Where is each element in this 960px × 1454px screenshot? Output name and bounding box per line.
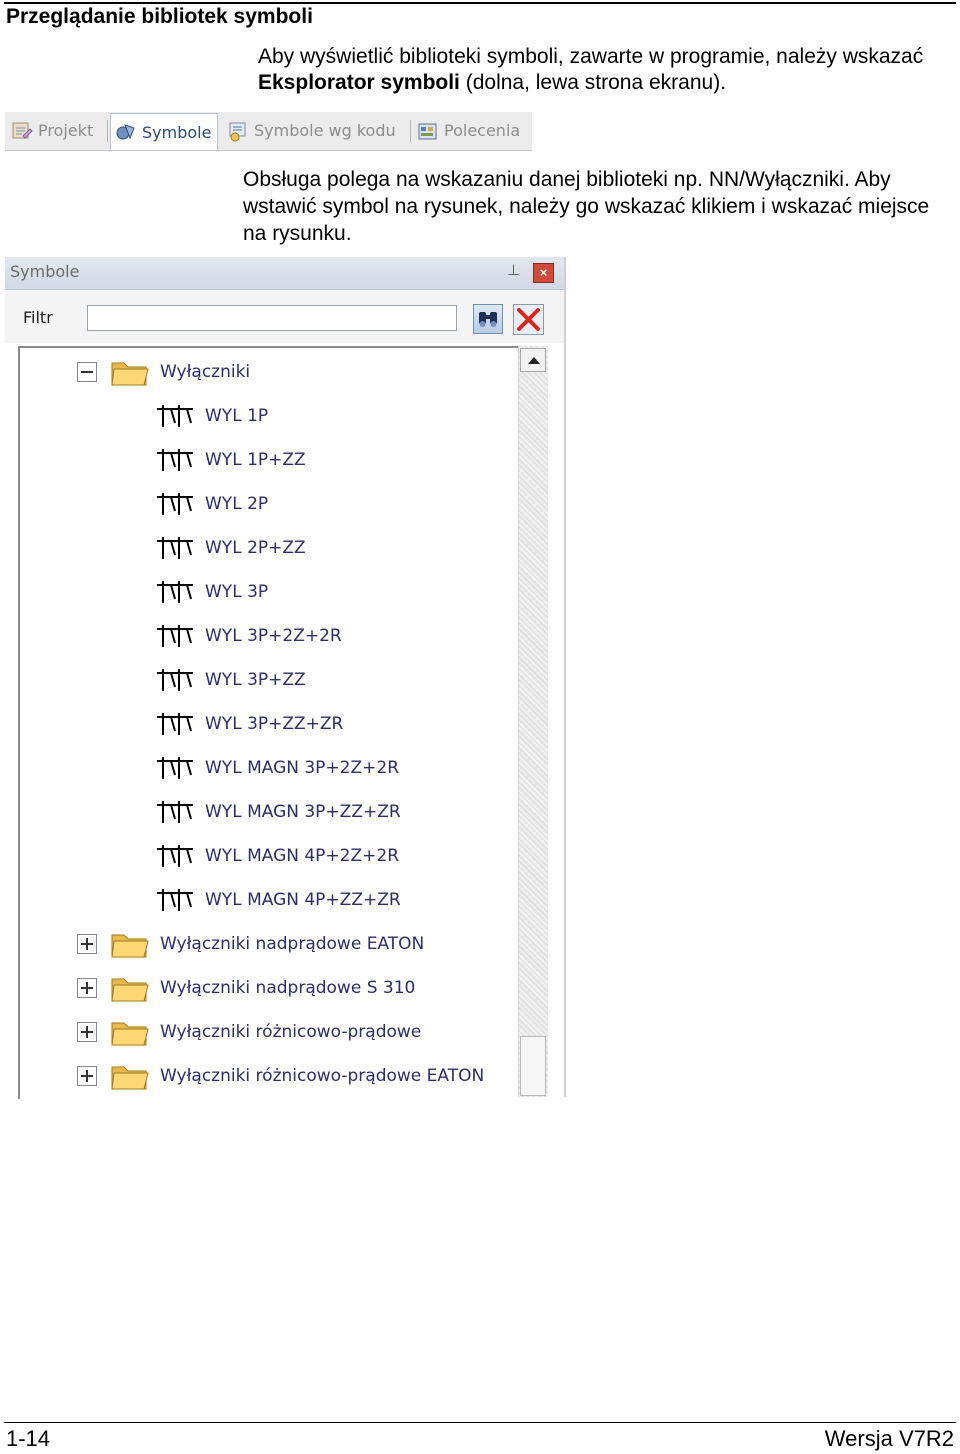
panel-title-bar: Symbole ⊥ × xyxy=(5,257,564,290)
tab-symbole-wg-kodu[interactable]: Symbole wg kodu xyxy=(227,114,396,147)
top-rule xyxy=(4,2,956,4)
tree-node-label: WYL 3P xyxy=(205,582,269,602)
switch-symbol-icon xyxy=(157,889,193,911)
tree-symbol-item[interactable]: WYL MAGN 3P+ZZ+ZR xyxy=(153,792,401,832)
symbols-panel: Symbole ⊥ × Filtr Wyłączniki WYL 1P WYL 1P… xyxy=(5,257,566,1099)
tree-node-label: WYL 2P+ZZ xyxy=(205,538,306,558)
symbol-tree: Wyłączniki WYL 1P WYL 1P+ZZ WYL 2P WYL 2P+ZZ… xyxy=(18,346,547,1099)
tree-symbol-item[interactable]: WYL 1P xyxy=(153,396,268,436)
tree-node-label: WYL MAGN 3P+2Z+2R xyxy=(205,758,400,778)
tree-symbol-item[interactable]: WYL 2P xyxy=(153,484,268,524)
tree-node-label: WYL MAGN 3P+ZZ+ZR xyxy=(205,802,401,822)
tree-symbol-item[interactable]: WYL MAGN 4P+2Z+2R xyxy=(153,836,399,876)
tab-label: Symbole xyxy=(142,122,212,142)
find-button[interactable] xyxy=(473,304,503,334)
expand-icon[interactable] xyxy=(77,934,97,954)
expand-icon[interactable] xyxy=(77,1066,97,1086)
binoculars-icon xyxy=(479,312,497,327)
tree-folder-root[interactable]: Wyłączniki xyxy=(110,352,250,392)
intro-text: Aby wyświetlić biblioteki symboli, zawar… xyxy=(258,45,924,68)
tree-node-label: WYL 1P xyxy=(205,406,269,426)
tree-symbol-item[interactable]: WYL 2P+ZZ xyxy=(153,528,306,568)
panel-title: Symbole xyxy=(10,262,80,281)
folder-icon xyxy=(111,1066,149,1090)
switch-symbol-icon xyxy=(157,757,193,779)
folder-icon xyxy=(111,362,149,386)
tree-symbol-item[interactable]: WYL MAGN 3P+2Z+2R xyxy=(153,748,399,788)
intro-bold-term: Eksplorator symboli xyxy=(258,71,460,94)
tab-label: Polecenia xyxy=(444,121,521,140)
scroll-thumb[interactable] xyxy=(520,1036,546,1096)
switch-symbol-icon xyxy=(157,845,193,867)
tree-symbol-item[interactable]: WYL MAGN 4P+ZZ+ZR xyxy=(153,880,401,920)
filter-label: Filtr xyxy=(23,308,53,327)
clear-filter-button[interactable] xyxy=(513,304,544,335)
tree-folder[interactable]: Wyłączniki różnicowo-prądowe EATON xyxy=(110,1056,484,1096)
collapse-icon[interactable] xyxy=(77,362,97,382)
filter-row: Filtr xyxy=(5,291,564,343)
tree-symbol-item[interactable]: WYL 3P xyxy=(153,572,268,612)
project-icon xyxy=(12,122,33,139)
pin-icon[interactable]: ⊥ xyxy=(507,263,520,279)
switch-symbol-icon xyxy=(157,405,193,427)
bottom-rule xyxy=(4,1422,956,1423)
tab-separator xyxy=(107,120,108,142)
tree-node-label: WYL MAGN 4P+2Z+2R xyxy=(205,846,400,866)
tree-node-label: WYL 1P+ZZ xyxy=(205,450,306,470)
tree-node-label: WYL 2P xyxy=(205,494,269,514)
tree-node-label: Wyłączniki nadprądowe EATON xyxy=(160,934,425,954)
tree-folder[interactable]: Wyłączniki nadprądowe S 310 xyxy=(110,968,415,1008)
commands-icon xyxy=(418,123,437,139)
switch-symbol-icon xyxy=(157,625,193,647)
tree-folder[interactable]: Wyłączniki nadprądowe EATON xyxy=(110,924,424,964)
tree-node-label: Wyłączniki xyxy=(160,362,251,382)
tab-label: Symbole wg kodu xyxy=(254,121,396,140)
page-number: 1-14 xyxy=(6,1426,51,1451)
tree-symbol-item[interactable]: WYL 1P+ZZ xyxy=(153,440,306,480)
folder-icon xyxy=(111,1022,149,1046)
symbols-icon xyxy=(116,124,135,140)
red-x-icon xyxy=(517,308,540,331)
close-icon[interactable]: × xyxy=(533,263,554,283)
tree-node-label: WYL MAGN 4P+ZZ+ZR xyxy=(205,890,401,910)
tree-node-label: Wyłączniki różnicowo-prądowe xyxy=(160,1022,422,1042)
tab-polecenia[interactable]: Polecenia xyxy=(417,114,520,147)
folder-icon xyxy=(111,934,149,958)
tab-label: Projekt xyxy=(38,121,94,140)
switch-symbol-icon xyxy=(157,581,193,603)
filter-input[interactable] xyxy=(87,305,457,331)
tree-node-label: Wyłączniki różnicowo-prądowe EATON xyxy=(160,1066,485,1086)
expand-icon[interactable] xyxy=(77,1022,97,1042)
switch-symbol-icon xyxy=(157,669,193,691)
tree-folder[interactable]: Wyłączniki różnicowo-prądowe xyxy=(110,1012,421,1052)
intro-text-end: (dolna, lewa strona ekranu). xyxy=(459,71,727,94)
tab-projekt[interactable]: Projekt xyxy=(11,114,93,147)
switch-symbol-icon xyxy=(157,801,193,823)
tree-node-label: WYL 3P+2Z+2R xyxy=(205,626,342,646)
tree-node-label: WYL 3P+ZZ+ZR xyxy=(205,714,344,734)
tree-scrollbar[interactable] xyxy=(518,346,548,1097)
tree-symbol-item[interactable]: WYL 3P+ZZ+ZR xyxy=(153,704,343,744)
tab-separator xyxy=(410,120,411,142)
switch-symbol-icon xyxy=(157,537,193,559)
tree-symbol-item[interactable]: WYL 3P+2Z+2R xyxy=(153,616,342,656)
switch-symbol-icon xyxy=(157,713,193,735)
expand-icon[interactable] xyxy=(77,978,97,998)
tree-symbol-item[interactable]: WYL 3P+ZZ xyxy=(153,660,306,700)
explorer-tab-bar: Projekt Symbole Symbole wg kodu Poleceni… xyxy=(5,112,532,151)
scroll-up-arrow[interactable] xyxy=(520,348,546,372)
description-paragraph: Obsługa polega na wskazaniu danej biblio… xyxy=(243,168,930,245)
version-label: Wersja V7R2 xyxy=(824,1426,954,1451)
intro-paragraph: Aby wyświetlić biblioteki symboli, zawar… xyxy=(258,44,948,96)
switch-symbol-icon xyxy=(157,493,193,515)
tree-node-label: WYL 3P+ZZ xyxy=(205,670,306,690)
folder-icon xyxy=(111,978,149,1002)
symbols-by-code-icon xyxy=(229,122,246,141)
tree-node-label: Wyłączniki nadprądowe S 310 xyxy=(160,978,416,998)
tab-symbole[interactable]: Symbole xyxy=(110,113,219,150)
page-heading: Przeglądanie bibliotek symboli xyxy=(6,5,313,28)
switch-symbol-icon xyxy=(157,449,193,471)
